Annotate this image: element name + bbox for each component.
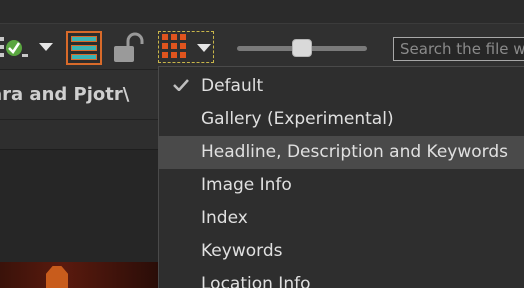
path-bar: ara and Pjotr\ [0,70,158,120]
menu-item-label: Index [201,208,248,228]
menu-item-label: Image Info [201,175,292,195]
menu-item-label: Location Info [201,274,311,288]
search-input[interactable]: Search the file wir [393,37,524,61]
menu-item-default[interactable]: Default [159,70,524,103]
filter-check-icon[interactable] [0,34,34,62]
stack-list-icon[interactable] [66,31,102,65]
layout-dropdown-menu: Default Gallery (Experimental) Headline,… [158,66,524,288]
folder-path: ara and Pjotr\ [0,84,130,105]
sub-toolbar [0,120,158,150]
menu-item-gallery[interactable]: Gallery (Experimental) [159,103,524,136]
menu-item-label: Default [201,76,264,96]
menu-item-image-info[interactable]: Image Info [159,169,524,202]
unlock-icon[interactable] [112,32,146,64]
menu-item-keywords[interactable]: Keywords [159,235,524,268]
menu-item-label: Headline, Description and Keywords [201,142,509,162]
menu-item-label: Keywords [201,241,283,261]
thumbnail-image[interactable] [0,262,158,288]
chevron-down-icon[interactable] [197,44,211,52]
chevron-down-icon[interactable] [39,43,53,51]
check-icon [173,79,189,91]
zoom-slider-thumb[interactable] [292,39,312,57]
menu-item-index[interactable]: Index [159,202,524,235]
menu-item-headline-description-keywords[interactable]: Headline, Description and Keywords [159,136,524,169]
menu-item-label: Gallery (Experimental) [201,109,394,129]
toolbar: Search the file wir [0,24,524,70]
menu-item-location-info[interactable]: Location Info [159,268,524,288]
thumbnail-grid-icon[interactable] [158,31,214,63]
title-strip [0,0,524,24]
